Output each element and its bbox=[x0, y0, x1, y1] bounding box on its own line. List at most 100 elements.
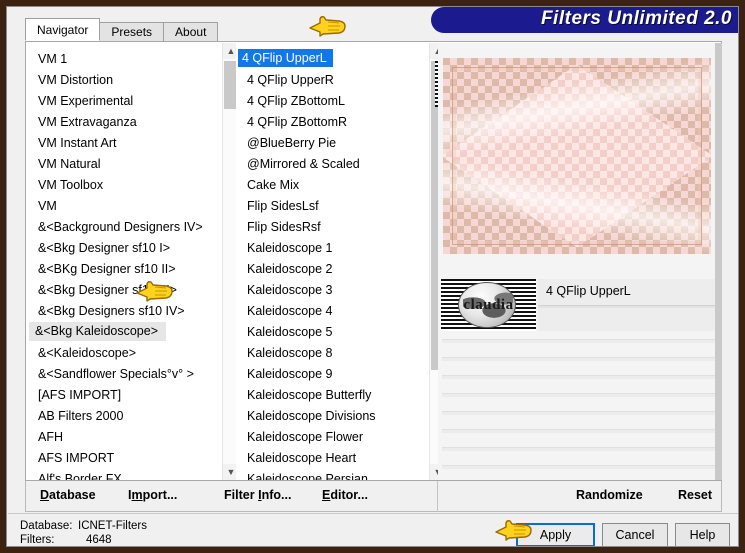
list-item[interactable]: Kaleidoscope 5 bbox=[236, 322, 429, 343]
list-item[interactable]: VM 1 bbox=[27, 49, 223, 70]
list-item-label: Kaleidoscope Flower bbox=[247, 430, 364, 444]
list-item-label: &<Bkg Designer sf10 III> bbox=[38, 283, 177, 297]
parameter-row bbox=[442, 447, 718, 451]
list-item[interactable]: Kaleidoscope 4 bbox=[236, 301, 429, 322]
list-item[interactable]: VM Instant Art bbox=[27, 133, 223, 154]
list-item[interactable]: &<Bkg Designer sf10 III> bbox=[27, 280, 223, 301]
list-item[interactable]: &<Bkg Designers sf10 IV> bbox=[27, 301, 223, 322]
list-item[interactable]: Kaleidoscope Heart bbox=[236, 448, 429, 469]
apply-button[interactable]: Apply bbox=[516, 523, 595, 546]
list-item[interactable]: VM Toolbox bbox=[27, 175, 223, 196]
list-item[interactable]: Kaleidoscope 3 bbox=[236, 280, 429, 301]
list-item-label: Kaleidoscope 4 bbox=[247, 304, 333, 318]
filter-preview-image[interactable] bbox=[443, 58, 711, 254]
parameter-row bbox=[442, 375, 718, 379]
editor-button[interactable]: Editor... bbox=[322, 488, 368, 502]
list-item[interactable]: 4 QFlip ZBottomR bbox=[236, 112, 429, 133]
help-button[interactable]: Help bbox=[675, 523, 730, 546]
list-item-label: VM Extravaganza bbox=[38, 115, 137, 129]
list-item[interactable]: AFS IMPORT bbox=[27, 448, 223, 469]
parameter-row bbox=[442, 357, 718, 361]
list-item-label: 4 QFlip ZBottomR bbox=[247, 115, 348, 129]
filter-list[interactable]: 4 QFlip UpperL 4 QFlip UpperR 4 QFlip ZBot… bbox=[236, 43, 429, 480]
list-item[interactable]: VM Distortion bbox=[27, 70, 223, 91]
list-item[interactable]: VM Natural bbox=[27, 154, 223, 175]
list-item-label: &<Kaleidoscope> bbox=[38, 346, 136, 360]
database-status-value: ICNET-Filters bbox=[78, 520, 147, 532]
list-item[interactable]: VM bbox=[27, 196, 223, 217]
list-item[interactable]: @BlueBerry Pie bbox=[236, 133, 429, 154]
list-item[interactable]: 4 QFlip UpperR bbox=[236, 70, 429, 91]
list-item-label: &<Bkg Kaleidoscope> bbox=[29, 322, 167, 341]
filter-info-button[interactable]: Filter Info... bbox=[224, 488, 291, 502]
list-item-label: 4 QFlip UpperR bbox=[247, 73, 334, 87]
list-item-label: &<Bkg Designer sf10 I> bbox=[38, 241, 171, 255]
list-item[interactable]: @Mirrored & Scaled bbox=[236, 154, 429, 175]
list-item[interactable]: Kaleidoscope 9 bbox=[236, 364, 429, 385]
tab-list: Navigator Presets About bbox=[25, 18, 219, 41]
list-item[interactable]: VM Extravaganza bbox=[27, 112, 223, 133]
watermark-label: claudia bbox=[463, 297, 514, 313]
claudia-watermark-thumbnail: claudia bbox=[441, 279, 536, 331]
app-title: Filters Unlimited 2.0 bbox=[540, 8, 732, 29]
list-item[interactable]: Kaleidoscope Persian bbox=[236, 469, 429, 480]
list-item-label: Cake Mix bbox=[247, 178, 300, 192]
list-item[interactable]: 4 QFlip ZBottomL bbox=[236, 91, 429, 112]
parameter-row bbox=[442, 393, 718, 397]
list-item-label: VM 1 bbox=[38, 52, 68, 66]
list-item-label: Flip SidesRsf bbox=[247, 220, 321, 234]
list-item-label: Kaleidoscope Butterfly bbox=[247, 388, 372, 402]
database-status-label: Database: bbox=[20, 520, 73, 532]
filters-unlimited-window: Navigator Presets About Filters Unlimite… bbox=[6, 6, 739, 547]
list-item-label: 4 QFlip UpperL bbox=[238, 49, 333, 67]
filters-status-value: 4648 bbox=[86, 534, 112, 546]
list-item[interactable]: Flip SidesRsf bbox=[236, 217, 429, 238]
list-item-label: Kaleidoscope 9 bbox=[247, 367, 333, 381]
list-item[interactable]: Flip SidesLsf bbox=[236, 196, 429, 217]
list-item[interactable]: &<Bkg Kaleidoscope> bbox=[27, 322, 223, 343]
tab-navigator[interactable]: Navigator bbox=[25, 18, 101, 41]
list-item-label: Kaleidoscope 8 bbox=[247, 346, 333, 360]
list-item-label: Kaleidoscope 1 bbox=[247, 241, 333, 255]
list-item[interactable]: Cake Mix bbox=[236, 175, 429, 196]
main-panel: VM 1 VM Distortion VM Experimental VM Extra… bbox=[25, 41, 722, 481]
list-item-label: VM Toolbox bbox=[38, 178, 104, 192]
list-item[interactable]: [AFS IMPORT] bbox=[27, 385, 223, 406]
import-button[interactable]: Import... bbox=[128, 488, 177, 502]
action-bar: Database Import... Filter Info... Editor… bbox=[25, 481, 722, 512]
cancel-button[interactable]: Cancel bbox=[602, 523, 668, 546]
list-item[interactable]: AFH bbox=[27, 427, 223, 448]
list-item[interactable]: &<Bkg Designer sf10 I> bbox=[27, 238, 223, 259]
list-item[interactable]: VM Experimental bbox=[27, 91, 223, 112]
list-item[interactable]: Kaleidoscope Divisions bbox=[236, 406, 429, 427]
list-item[interactable]: Kaleidoscope 2 bbox=[236, 259, 429, 280]
list-item-label: Kaleidoscope Divisions bbox=[247, 409, 376, 423]
parameter-row bbox=[442, 339, 718, 343]
list-item[interactable]: Kaleidoscope Butterfly bbox=[236, 385, 429, 406]
list-item-label: VM Experimental bbox=[38, 94, 134, 108]
list-item[interactable]: &<Kaleidoscope> bbox=[27, 343, 223, 364]
randomize-button[interactable]: Randomize bbox=[576, 488, 643, 502]
reset-button[interactable]: Reset bbox=[678, 488, 712, 502]
list-item-label: Kaleidoscope Heart bbox=[247, 451, 357, 465]
list-item[interactable]: AB Filters 2000 bbox=[27, 406, 223, 427]
parameter-row bbox=[442, 465, 718, 469]
status-bar: Database: ICNET-Filters Filters: 4648 Ap… bbox=[8, 513, 738, 546]
parameter-slider-track[interactable] bbox=[538, 305, 718, 308]
list-item-label: Flip SidesLsf bbox=[247, 199, 319, 213]
preview-scrollbar[interactable] bbox=[715, 43, 722, 480]
list-item[interactable]: &<Background Designers IV> bbox=[27, 217, 223, 238]
list-item[interactable]: Kaleidoscope 8 bbox=[236, 343, 429, 364]
list-item[interactable]: Kaleidoscope Flower bbox=[236, 427, 429, 448]
list-item-label: AFS IMPORT bbox=[38, 451, 115, 465]
list-item[interactable]: &<BKg Designer sf10 II> bbox=[27, 259, 223, 280]
tab-presets[interactable]: Presets bbox=[99, 22, 165, 41]
list-item-label: &<Sandflower Specials°v° > bbox=[38, 367, 194, 381]
tab-about[interactable]: About bbox=[163, 22, 219, 41]
list-item[interactable]: Alf's Border FX bbox=[27, 469, 223, 480]
list-item[interactable]: &<Sandflower Specials°v° > bbox=[27, 364, 223, 385]
navigator-list[interactable]: VM 1 VM Distortion VM Experimental VM Extra… bbox=[27, 43, 223, 480]
list-item[interactable]: Kaleidoscope 1 bbox=[236, 238, 429, 259]
database-button[interactable]: Database bbox=[40, 488, 96, 502]
list-item[interactable]: 4 QFlip UpperL bbox=[236, 49, 429, 70]
